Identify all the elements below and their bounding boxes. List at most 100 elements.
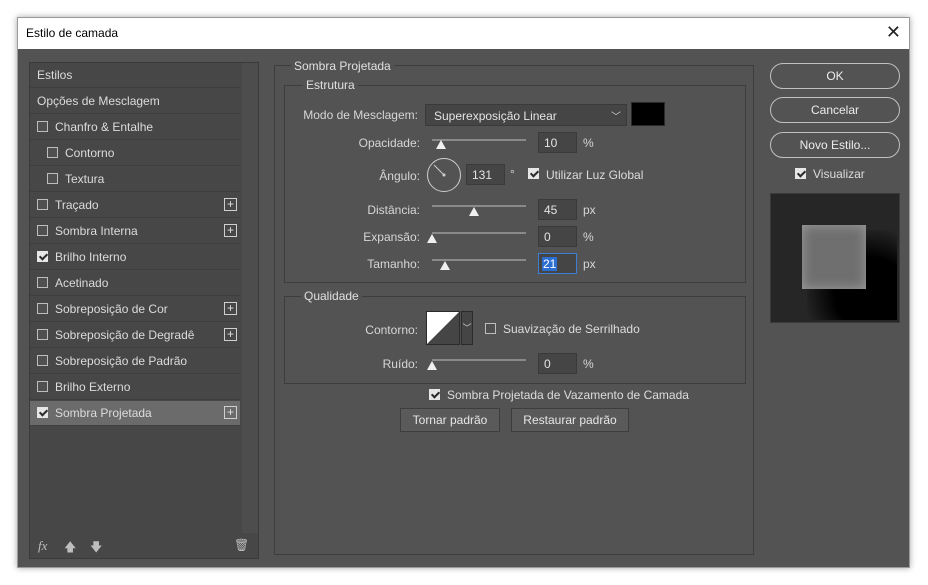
size-field[interactable]: 21 [538, 253, 577, 274]
style-item-label: Sobreposição de Cor [55, 302, 168, 316]
style-item-checkbox[interactable] [37, 303, 48, 314]
style-list-item[interactable]: Sombra Projetada + [30, 401, 240, 426]
noise-field[interactable]: 0 [538, 353, 577, 374]
shadow-color-swatch[interactable] [631, 102, 665, 126]
angle-dial-indicator [433, 164, 446, 177]
noise-unit: % [583, 357, 594, 371]
style-list-item[interactable]: Traçado + [30, 193, 240, 218]
style-item-checkbox[interactable] [37, 381, 48, 392]
close-icon[interactable]: ✕ [886, 22, 901, 43]
opacity-slider-thumb[interactable] [436, 140, 447, 149]
arrow-up-icon[interactable]: 🡅 [64, 538, 76, 559]
layer-knocks-out-label: Sombra Projetada de Vazamento de Camada [447, 388, 689, 402]
quality-title: Qualidade [301, 289, 362, 303]
chevron-down-icon: ﹀ [611, 112, 621, 123]
trash-icon[interactable]: 🗑 [234, 538, 249, 552]
style-item-checkbox[interactable] [37, 199, 48, 210]
style-item-label: Sobreposição de Degradê [55, 328, 195, 342]
spread-value: 0 [544, 230, 551, 244]
style-item-label: Brilho Interno [55, 250, 127, 264]
styles-list-panel: Estilos Opções de Mesclagem Chanfro & Enta… [29, 62, 259, 559]
spread-field[interactable]: 0 [538, 226, 577, 247]
style-item-checkbox[interactable] [37, 225, 48, 236]
style-list-item[interactable]: Brilho Interno [30, 245, 240, 270]
style-item-label: Sombra Projetada [55, 406, 152, 420]
styles-list-scrollbar[interactable] [242, 63, 258, 533]
style-list-item[interactable]: Sombra Interna + [30, 219, 240, 244]
style-list-item[interactable]: Sobreposição de Degradê + [30, 323, 240, 348]
spread-slider-track[interactable] [432, 232, 526, 234]
make-default-button[interactable]: Tornar padrão [400, 408, 500, 432]
style-item-checkbox[interactable] [37, 407, 48, 418]
opacity-unit: % [583, 136, 594, 150]
new-style-button[interactable]: Novo Estilo... [770, 132, 900, 158]
style-item-checkbox[interactable] [37, 277, 48, 288]
style-preview-thumbnail [770, 193, 900, 323]
structure-title: Estrutura [303, 78, 358, 92]
angle-field[interactable]: 131 [466, 164, 505, 185]
style-list-item[interactable]: Textura [30, 167, 240, 192]
style-item-label: Traçado [55, 198, 99, 212]
style-item-checkbox[interactable] [37, 329, 48, 340]
angle-label: Ângulo: [379, 169, 420, 183]
noise-slider-track[interactable] [432, 359, 526, 361]
distance-slider-thumb[interactable] [469, 207, 480, 216]
cancel-button[interactable]: Cancelar [770, 97, 900, 123]
style-list-item[interactable]: Acetinado [30, 271, 240, 296]
preview-checkbox[interactable] [795, 168, 806, 179]
style-item-label: Brilho Externo [55, 380, 131, 394]
add-instance-plus-icon[interactable]: + [224, 406, 237, 419]
reset-default-button[interactable]: Restaurar padrão [511, 408, 629, 432]
anti-aliased-checkbox[interactable] [485, 323, 496, 334]
style-list-item[interactable]: Chanfro & Entalhe [30, 115, 240, 140]
style-list-item[interactable]: Estilos [30, 63, 240, 88]
style-item-label: Estilos [37, 68, 73, 82]
layer-style-dialog: Estilo de camada ✕ Estilos Opções de Mesc… [17, 17, 910, 568]
ok-button[interactable]: OK [770, 63, 900, 89]
add-instance-plus-icon[interactable]: + [224, 198, 237, 211]
contour-picker[interactable] [426, 311, 460, 345]
style-item-checkbox[interactable] [37, 251, 48, 262]
style-list-item[interactable]: Opções de Mesclagem [30, 89, 240, 114]
size-slider-thumb[interactable] [440, 261, 451, 270]
style-item-checkbox[interactable] [47, 173, 58, 184]
add-instance-plus-icon[interactable]: + [224, 328, 237, 341]
style-item-label: Textura [65, 172, 105, 186]
anti-aliased-label: Suavização de Serrilhado [503, 322, 640, 336]
contour-dropdown-chevron-icon[interactable]: ﹀ [461, 311, 473, 345]
size-value: 21 [542, 257, 558, 271]
fx-icon[interactable]: fx [38, 538, 47, 554]
distance-label: Distância: [367, 203, 420, 217]
style-list-item[interactable]: Contorno [30, 141, 240, 166]
use-global-light-checkbox[interactable] [528, 168, 539, 179]
dialog-title: Estilo de camada [26, 26, 119, 40]
angle-dial[interactable] [427, 158, 461, 192]
style-item-label: Opções de Mesclagem [37, 94, 160, 108]
add-instance-plus-icon[interactable]: + [224, 224, 237, 237]
style-item-checkbox[interactable] [47, 147, 58, 158]
noise-label: Ruído: [382, 357, 418, 371]
style-list-item[interactable]: Brilho Externo [30, 375, 240, 400]
opacity-field[interactable]: 10 [538, 132, 577, 153]
angle-unit: ° [510, 167, 515, 181]
size-label: Tamanho: [367, 257, 420, 271]
blend-mode-select[interactable]: Superexposição Linear ﹀ [425, 104, 627, 126]
style-list-item[interactable]: Sobreposição de Cor + [30, 297, 240, 322]
spread-slider-thumb[interactable] [427, 234, 437, 243]
distance-unit: px [583, 203, 596, 217]
title-bar: Estilo de camada ✕ [18, 18, 909, 49]
arrow-down-icon[interactable]: 🡇 [90, 538, 102, 559]
noise-value: 0 [544, 357, 551, 371]
style-item-label: Contorno [65, 146, 115, 160]
layer-knocks-out-checkbox[interactable] [429, 389, 440, 400]
style-item-checkbox[interactable] [37, 355, 48, 366]
add-instance-plus-icon[interactable]: + [224, 302, 237, 315]
blend-mode-label: Modo de Mesclagem: [303, 108, 418, 122]
style-item-checkbox[interactable] [37, 121, 48, 132]
opacity-label: Opacidade: [358, 136, 420, 150]
style-list-item[interactable]: Sobreposição de Padrão [30, 349, 240, 374]
use-global-light-label: Utilizar Luz Global [546, 168, 644, 182]
distance-value: 45 [544, 203, 558, 217]
noise-slider-thumb[interactable] [427, 361, 437, 370]
distance-field[interactable]: 45 [538, 199, 577, 220]
